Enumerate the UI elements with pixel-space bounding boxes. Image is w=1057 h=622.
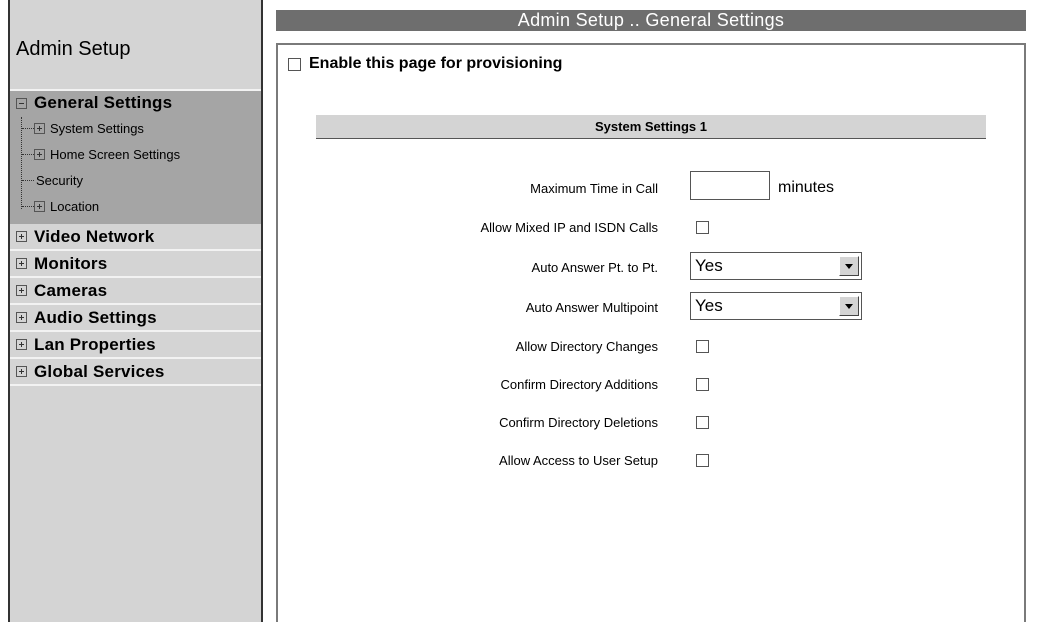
chevron-down-icon[interactable]: [839, 256, 859, 276]
sidebar-item-label: Location: [50, 198, 100, 214]
dir-deletions-checkbox[interactable]: [696, 416, 709, 429]
sidebar-item-global-services[interactable]: Global Services: [10, 359, 261, 386]
page-title: Admin Setup .. General Settings: [276, 10, 1026, 31]
sidebar-item-system-settings[interactable]: System Settings: [10, 115, 261, 141]
sidebar-item-label: System Settings: [50, 120, 144, 136]
sidebar-item-label: Audio Settings: [34, 307, 157, 327]
sidebar-item-home-screen-settings[interactable]: Home Screen Settings: [10, 141, 261, 167]
sidebar-title: Admin Setup: [16, 38, 131, 60]
sidebar-item-video-network[interactable]: Video Network: [10, 224, 261, 251]
dir-changes-label: Allow Directory Changes: [515, 339, 658, 354]
collapse-icon[interactable]: [16, 97, 27, 109]
sidebar-group-general-settings: General Settings System Settings Home Sc…: [10, 89, 261, 224]
auto-answer-pt-select[interactable]: Yes: [690, 252, 862, 280]
expand-icon[interactable]: [16, 312, 27, 323]
tree-connector: [22, 180, 34, 181]
tree-connector: [22, 206, 34, 207]
sidebar-item-label: Security: [36, 172, 83, 188]
sidebar-item-label: Cameras: [34, 280, 108, 300]
max-time-units: minutes: [778, 179, 835, 196]
sidebar-item-cameras[interactable]: Cameras: [10, 278, 261, 305]
sidebar-item-label: Global Services: [34, 361, 165, 381]
settings-panel: Enable this page for provisioning System…: [276, 43, 1026, 622]
max-time-input[interactable]: [690, 171, 770, 200]
sidebar-item-label: Home Screen Settings: [50, 146, 181, 162]
sidebar-item-location[interactable]: Location: [10, 193, 261, 219]
expand-icon[interactable]: [34, 122, 45, 134]
auto-answer-pt-value: Yes: [695, 256, 723, 275]
sidebar-item-audio-settings[interactable]: Audio Settings: [10, 305, 261, 332]
expand-icon[interactable]: [16, 339, 27, 350]
chevron-down-icon[interactable]: [839, 296, 859, 316]
max-time-label: Maximum Time in Call: [530, 181, 658, 196]
expand-icon[interactable]: [16, 258, 27, 269]
sidebar: Admin Setup General Settings System Sett…: [8, 0, 263, 622]
sidebar-item-security[interactable]: Security: [10, 167, 261, 193]
dir-additions-checkbox[interactable]: [696, 378, 709, 391]
sidebar-item-label: Monitors: [34, 253, 108, 273]
expand-icon[interactable]: [16, 285, 27, 296]
dir-additions-label: Confirm Directory Additions: [500, 377, 659, 392]
auto-answer-multipoint-label: Auto Answer Multipoint: [525, 300, 658, 315]
tree-connector: [22, 154, 34, 155]
provisioning-checkbox[interactable]: [288, 57, 301, 71]
expand-icon[interactable]: [34, 200, 45, 212]
sidebar-item-label: Lan Properties: [34, 334, 156, 354]
tree-connector: [22, 128, 34, 129]
sidebar-tree: General Settings System Settings Home Sc…: [10, 89, 261, 386]
user-setup-checkbox[interactable]: [696, 454, 709, 467]
expand-icon[interactable]: [34, 148, 45, 160]
mixed-calls-checkbox[interactable]: [696, 221, 709, 234]
provisioning-row[interactable]: Enable this page for provisioning: [288, 55, 562, 73]
dir-deletions-label: Confirm Directory Deletions: [499, 415, 658, 430]
sidebar-item-monitors[interactable]: Monitors: [10, 251, 261, 278]
main-panel: Admin Setup .. General Settings Enable t…: [266, 0, 1057, 622]
sidebar-item-general-settings[interactable]: General Settings: [10, 91, 261, 115]
sidebar-item-label: General Settings: [34, 93, 173, 112]
auto-answer-pt-label: Auto Answer Pt. to Pt.: [531, 260, 658, 275]
section-header: System Settings 1: [316, 115, 986, 139]
sidebar-item-lan-properties[interactable]: Lan Properties: [10, 332, 261, 359]
expand-icon[interactable]: [16, 231, 27, 242]
auto-answer-multipoint-select[interactable]: Yes: [690, 292, 862, 320]
mixed-calls-label: Allow Mixed IP and ISDN Calls: [480, 220, 659, 235]
user-setup-label: Allow Access to User Setup: [499, 453, 658, 468]
dir-changes-checkbox[interactable]: [696, 340, 709, 353]
auto-answer-multipoint-value: Yes: [695, 296, 723, 315]
provisioning-label: Enable this page for provisioning: [309, 55, 563, 72]
sidebar-item-label: Video Network: [34, 226, 155, 246]
expand-icon[interactable]: [16, 366, 27, 377]
